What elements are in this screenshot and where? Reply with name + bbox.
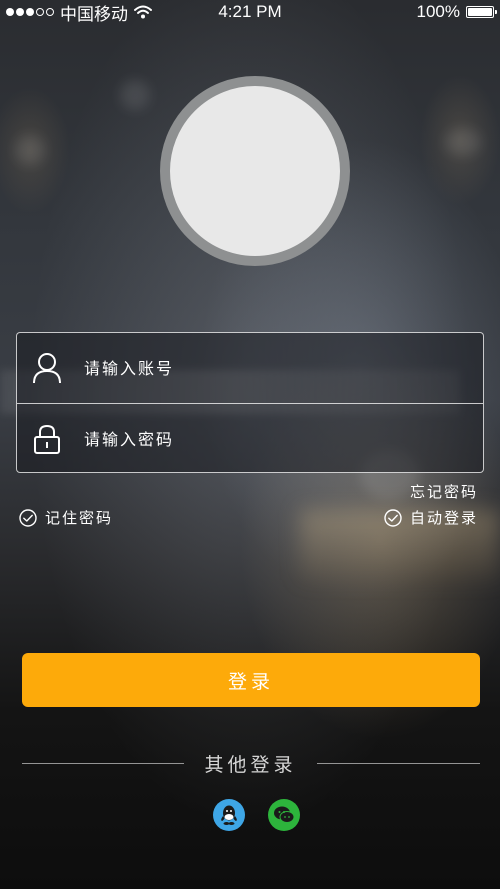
background-light: [15, 135, 45, 165]
forgot-password-link[interactable]: 忘记密码: [410, 481, 478, 502]
background-light: [445, 128, 481, 156]
battery-percentage: 100%: [416, 2, 460, 21]
qq-icon: [221, 805, 237, 825]
login-button[interactable]: 登录: [22, 653, 480, 707]
lock-icon: [32, 423, 62, 455]
password-input[interactable]: [84, 419, 467, 459]
check-circle-icon: [384, 508, 402, 527]
status-bar: 中国移动 4:21 PM 100%: [0, 0, 500, 24]
password-row: [17, 404, 483, 474]
remember-password-option[interactable]: 记住密码: [19, 507, 113, 528]
auto-login-label: 自动登录: [409, 509, 478, 527]
battery-icon: [466, 6, 497, 18]
username-row: [17, 333, 483, 404]
status-right: 100%: [416, 2, 497, 22]
avatar[interactable]: [160, 76, 350, 266]
remember-password-label: 记住密码: [45, 509, 114, 527]
background-light: [120, 80, 150, 110]
login-form: [16, 332, 484, 473]
qq-login-button[interactable]: [213, 799, 245, 831]
wechat-login-button[interactable]: [268, 799, 300, 831]
battery-fill: [468, 8, 492, 16]
wechat-icon: [274, 806, 295, 823]
auto-login-option[interactable]: 自动登录: [384, 507, 478, 528]
divider-line: [317, 763, 480, 764]
divider-line: [22, 763, 184, 764]
user-icon: [32, 352, 62, 384]
other-login-label: 其他登录: [204, 754, 297, 776]
username-input[interactable]: [84, 348, 467, 388]
check-circle-icon: [19, 508, 37, 527]
login-screen: 中国移动 4:21 PM 100% 请输入账号 忘记密码 记住密码 自动登录 登…: [0, 0, 500, 889]
